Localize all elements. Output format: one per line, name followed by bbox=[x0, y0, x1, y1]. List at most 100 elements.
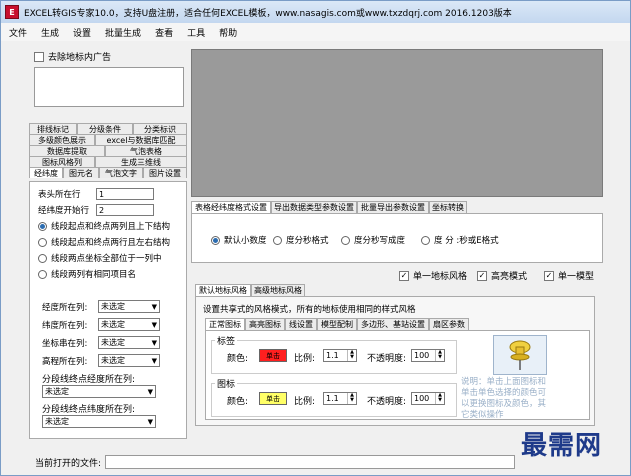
tab-line-settings[interactable]: 线设置 bbox=[285, 318, 317, 330]
radio-circle bbox=[341, 235, 350, 245]
tab-sector-params[interactable]: 扇区参数 bbox=[429, 318, 469, 330]
tab-category-mark[interactable]: 分类标识 bbox=[133, 123, 187, 134]
radio-decimal-degree[interactable]: 默认小数度 bbox=[211, 234, 267, 246]
header-row-label: 表头所在行 bbox=[38, 190, 81, 200]
checkbox-label: 单一模型 bbox=[558, 272, 595, 282]
tab-normal-icon[interactable]: 正常图标 bbox=[205, 318, 245, 330]
tab-advanced-style[interactable]: 高级地标风格 bbox=[251, 284, 305, 296]
icon-color-button[interactable]: 单击 bbox=[259, 392, 287, 405]
pushpin-icon bbox=[509, 340, 531, 370]
seg-lon-select[interactable]: 未选定 ▼ bbox=[42, 385, 156, 398]
label-scale-spinner[interactable]: 1.1 ▲ ▼ bbox=[323, 349, 357, 362]
elev-column-select[interactable]: 未选定 ▼ bbox=[98, 354, 160, 367]
tab-default-style[interactable]: 默认地标风格 bbox=[195, 284, 251, 296]
radio-dms-as-degree[interactable]: 度分秒写成度 bbox=[341, 234, 405, 246]
lat-column-select[interactable]: 未选定 ▼ bbox=[98, 318, 160, 331]
radio-one-column[interactable]: 线段两点坐标全部位于一列中 bbox=[38, 252, 162, 264]
menu-settings[interactable]: 设置 bbox=[73, 26, 91, 39]
radio-same-name[interactable]: 线段两列有相同项目名 bbox=[38, 268, 136, 280]
single-style-checkbox[interactable]: ✓ 单一地标风格 bbox=[399, 269, 467, 282]
label-opacity-spinner[interactable]: 100 ▲ ▼ bbox=[411, 349, 445, 362]
checkbox-box: ✓ bbox=[544, 270, 554, 281]
ad-textarea[interactable] bbox=[34, 67, 184, 107]
radio-label: 线段起点和终点两列且上下结构 bbox=[51, 222, 171, 232]
tab-grade-condition[interactable]: 分级条件 bbox=[77, 123, 133, 134]
select-value: 未选定 bbox=[45, 387, 69, 396]
coord-column-label: 坐标串在列: bbox=[42, 338, 88, 349]
elev-column-field: 高程所在列: 未选定 ▼ bbox=[42, 354, 160, 367]
radio-updown[interactable]: 线段起点和终点两列且上下结构 bbox=[38, 220, 170, 232]
radio-circle bbox=[211, 235, 220, 245]
left-tab-grid: 排线标记 分级条件 分类标识 多级颜色展示 excel与数据库匹配 数据库提取 … bbox=[29, 123, 187, 178]
radio-circle bbox=[38, 269, 47, 279]
menu-generate[interactable]: 生成 bbox=[41, 26, 59, 39]
menu-view[interactable]: 查看 bbox=[155, 26, 173, 39]
lon-column-label: 经度所在列: bbox=[42, 302, 88, 313]
start-row-field: 经纬度开始行 2 bbox=[38, 204, 154, 216]
tab-bubble-table[interactable]: 气泡表格 bbox=[105, 145, 187, 156]
header-row-input[interactable]: 1 bbox=[96, 188, 154, 200]
color-note: 说明：单击上面图标和单击单色选择的颜色可以更换图标及颜色，其它类似操作 bbox=[461, 377, 547, 420]
radio-label: 线段起点和终点两行且左右结构 bbox=[51, 238, 171, 248]
tab-multi-color[interactable]: 多级颜色展示 bbox=[29, 134, 95, 145]
lat-column-label: 纬度所在列: bbox=[42, 320, 88, 331]
tab-icon-style[interactable]: 图标风格列 bbox=[29, 156, 95, 167]
remove-ad-label: 去除地标内广告 bbox=[48, 53, 112, 63]
radio-leftright[interactable]: 线段起点和终点两行且左右结构 bbox=[38, 236, 170, 248]
tab-excel-db-match[interactable]: excel与数据库匹配 bbox=[95, 134, 187, 145]
spinner-arrows-icon: ▲ ▼ bbox=[435, 350, 444, 361]
radio-dms-e-format[interactable]: 度 分 :秒或E格式 bbox=[421, 234, 499, 246]
coord-column-select[interactable]: 未选定 ▼ bbox=[98, 336, 160, 349]
tab-highlight-icon[interactable]: 高亮图标 bbox=[245, 318, 285, 330]
seg-lat-select[interactable]: 未选定 ▼ bbox=[42, 415, 156, 428]
checkbox-box: ✓ bbox=[477, 270, 487, 281]
spinner-arrows-icon: ▲ ▼ bbox=[435, 393, 444, 404]
tab-polygon-station[interactable]: 多边形、基站设置 bbox=[357, 318, 429, 330]
checkbox-box: ✓ bbox=[399, 270, 409, 281]
tab-coord-convert[interactable]: 坐标转换 bbox=[429, 201, 467, 213]
tab-export-type[interactable]: 导出数据类型参数设置 bbox=[271, 201, 357, 213]
label-group-title: 标签 bbox=[215, 334, 238, 347]
lon-column-field: 经度所在列: 未选定 ▼ bbox=[42, 300, 160, 313]
tab-lonlat-format[interactable]: 表格经纬度格式设置 bbox=[191, 201, 271, 213]
radio-label: 度 分 :秒或E格式 bbox=[434, 236, 499, 246]
tab-image-settings[interactable]: 图片设置 bbox=[143, 167, 187, 178]
tab-db-extract[interactable]: 数据库提取 bbox=[29, 145, 105, 156]
radio-circle bbox=[421, 235, 430, 245]
icon-opacity-spinner[interactable]: 100 ▲ ▼ bbox=[411, 392, 445, 405]
spinner-value: 100 bbox=[414, 394, 430, 403]
menu-tools[interactable]: 工具 bbox=[187, 26, 205, 39]
tab-bubble-text[interactable]: 气泡文字 bbox=[99, 167, 143, 178]
menu-help[interactable]: 帮助 bbox=[219, 26, 237, 39]
select-value: 未选定 bbox=[101, 320, 125, 329]
coord-column-field: 坐标串在列: 未选定 ▼ bbox=[42, 336, 160, 349]
radio-label: 度分秒写成度 bbox=[354, 236, 406, 246]
icon-picker-button[interactable] bbox=[493, 335, 547, 375]
label-color-button[interactable]: 单击 bbox=[259, 349, 287, 362]
highlight-mode-checkbox[interactable]: ✓ 高亮模式 bbox=[477, 269, 527, 282]
remove-ad-checkbox[interactable]: 去除地标内广告 bbox=[34, 50, 111, 63]
select-value: 未选定 bbox=[101, 356, 125, 365]
select-value: 未选定 bbox=[45, 417, 69, 426]
single-model-checkbox[interactable]: ✓ 单一模型 bbox=[544, 269, 594, 282]
lon-column-select[interactable]: 未选定 ▼ bbox=[98, 300, 160, 313]
select-value: 未选定 bbox=[101, 302, 125, 311]
tab-3d-line[interactable]: 生成三维线 bbox=[95, 156, 187, 167]
start-row-input[interactable]: 2 bbox=[96, 204, 154, 216]
elev-column-label: 高程所在列: bbox=[42, 356, 88, 367]
spinner-arrows-icon: ▲ ▼ bbox=[347, 350, 356, 361]
tab-lonlat[interactable]: 经纬度 bbox=[29, 167, 63, 178]
label-color-label: 颜色: bbox=[227, 354, 249, 364]
menu-batch[interactable]: 批量生成 bbox=[105, 26, 141, 39]
tab-model-config[interactable]: 模型配制 bbox=[317, 318, 357, 330]
radio-label: 线段两列有相同项目名 bbox=[51, 270, 137, 280]
checkbox-box bbox=[34, 51, 44, 62]
tab-line-marker[interactable]: 排线标记 bbox=[29, 123, 77, 134]
tab-batch-export[interactable]: 批量导出参数设置 bbox=[357, 201, 429, 213]
spinner-value: 100 bbox=[414, 351, 430, 360]
start-row-label: 经纬度开始行 bbox=[38, 206, 90, 216]
menu-file[interactable]: 文件 bbox=[9, 26, 27, 39]
tab-element-name[interactable]: 图元名 bbox=[63, 167, 99, 178]
icon-scale-spinner[interactable]: 1.1 ▲ ▼ bbox=[323, 392, 357, 405]
radio-dms[interactable]: 度分秒格式 bbox=[273, 234, 329, 246]
